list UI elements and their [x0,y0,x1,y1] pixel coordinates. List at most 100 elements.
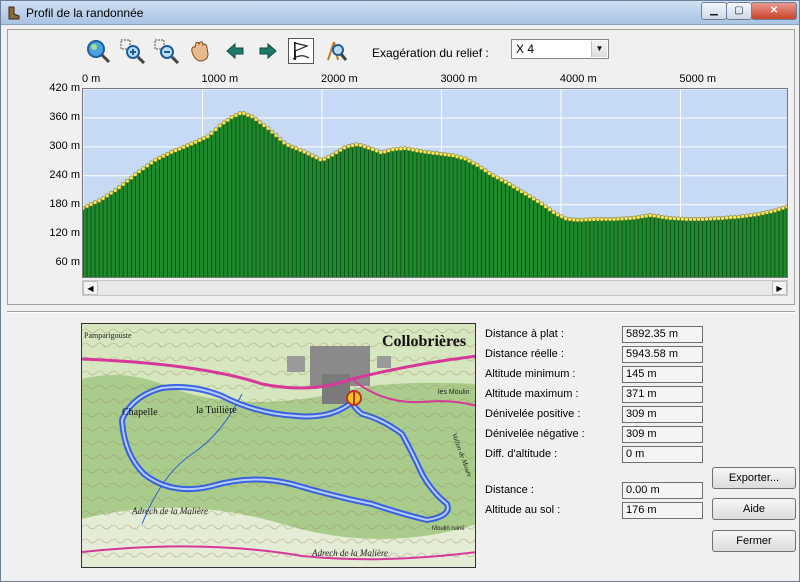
elevation-point [265,126,271,131]
elevation-point [728,215,733,220]
elevation-point [161,153,166,159]
y-axis-labels: 420 m 360 m 300 m 240 m 180 m 120 m 60 m [8,82,82,278]
next-button[interactable] [255,38,281,64]
elevation-profile-chart[interactable] [82,88,788,278]
stat-label: Altitude maximum : [485,388,579,400]
zoom-fit-icon [87,40,111,64]
maximize-button[interactable]: ▢ [726,2,752,20]
horizontal-scrollbar[interactable]: ◀ ▶ [82,280,788,296]
elevation-point [752,212,757,218]
exaggeration-select[interactable]: X 4 ▼ [511,39,609,59]
elevation-point [193,139,198,145]
route-map[interactable]: Pamparigouste Collobrières Chapelle la T… [81,323,476,568]
x-tick-label: 0 m [82,73,101,85]
scroll-left-icon[interactable]: ◀ [83,281,98,295]
stat-value: 309 m [622,426,703,443]
elevation-point [121,182,126,187]
elevation-point [209,131,214,136]
cursor-stat-value: 0.00 m [622,482,703,499]
elevation-point [567,217,572,222]
elevation-point [527,194,532,199]
x-tick-label: 5000 m [679,73,717,85]
scroll-right-icon[interactable]: ▶ [772,281,787,295]
topographic-map-svg[interactable]: Pamparigouste Collobrières Chapelle la T… [82,324,476,568]
elevation-point [744,213,749,219]
elevation-point [92,200,98,205]
elevation-point [269,129,275,135]
contour-lines [82,324,475,567]
stat-value: 145 m [622,366,703,383]
x-tick-label: 1000 m [201,73,239,85]
waypoint-flag-button[interactable] [288,38,314,64]
stat-value: 5892.35 m [622,326,703,343]
elevation-point [205,134,210,139]
elevation-point [579,217,584,223]
elevation-point [688,216,693,222]
close-button[interactable]: Fermer [712,530,796,552]
elevation-point [330,152,335,158]
minimize-button[interactable]: ▁ [701,2,727,20]
y-tick-label: 240 m [49,168,80,181]
elevation-point [390,147,395,152]
y-tick-label: 360 m [49,110,80,123]
elevation-point [237,111,243,116]
elevation-point [117,185,122,190]
elevation-point [535,199,540,204]
elevation-point [483,168,488,173]
elevation-point [636,215,641,220]
elevation-point [664,215,669,221]
elevation-point [306,151,311,156]
elevation-point [189,141,194,147]
elevation-point [736,214,741,220]
arrow-right-icon [259,42,277,60]
close-window-button[interactable]: ✕ [751,2,797,20]
elevation-point [555,212,560,217]
elevation-point [760,211,766,216]
elevation-point [704,216,709,222]
elevation-point [302,149,307,154]
help-button[interactable]: Aide [712,498,796,520]
elevation-point [463,156,468,162]
elevation-point [157,155,162,161]
elevation-point [241,111,247,116]
stat-value: 5943.58 m [622,346,703,363]
stat-label: Dénivelée négative : [485,428,585,440]
elevation-point [712,216,717,221]
elevation-point [410,147,416,152]
elevation-point [386,148,391,153]
profile-window: Profil de la randonnée ▁ ▢ ✕ Exagération… [0,0,800,582]
elevation-point [370,147,375,152]
elevation-point [595,216,601,222]
elevation-point [696,216,701,222]
zoom-in-button[interactable] [119,38,146,65]
elevation-point [611,216,617,222]
elevation-point [165,151,170,157]
elevation-point [88,202,94,207]
export-button[interactable]: Exporter... [712,467,796,489]
elevation-point [145,163,150,168]
zoom-fit-button[interactable] [85,38,111,64]
elevation-point [129,175,134,181]
cursor-stat-value: 176 m [622,502,703,519]
elevation-point [153,157,158,163]
start-marker-icon[interactable] [346,390,362,406]
elevation-point [676,216,681,221]
zoom-out-button[interactable] [153,38,180,65]
pan-button[interactable] [187,38,213,64]
elevation-profile-svg[interactable] [83,89,787,277]
elevation-point [277,136,283,142]
elevation-point [233,113,239,118]
elevation-point [724,215,729,221]
title-bar[interactable]: Profil de la randonnée ▁ ▢ ✕ [1,1,799,25]
elevation-point [201,136,206,141]
elevation-point [748,213,753,218]
compass-zoom-button[interactable] [322,38,348,64]
elevation-point [133,172,138,177]
previous-button[interactable] [222,38,248,64]
elevation-point [229,115,235,120]
window-title: Profil de la randonnée [26,6,144,20]
elevation-point [515,186,520,192]
y-tick-label: 180 m [49,197,80,210]
chevron-down-icon[interactable]: ▼ [591,41,607,57]
elevation-point [547,207,552,212]
